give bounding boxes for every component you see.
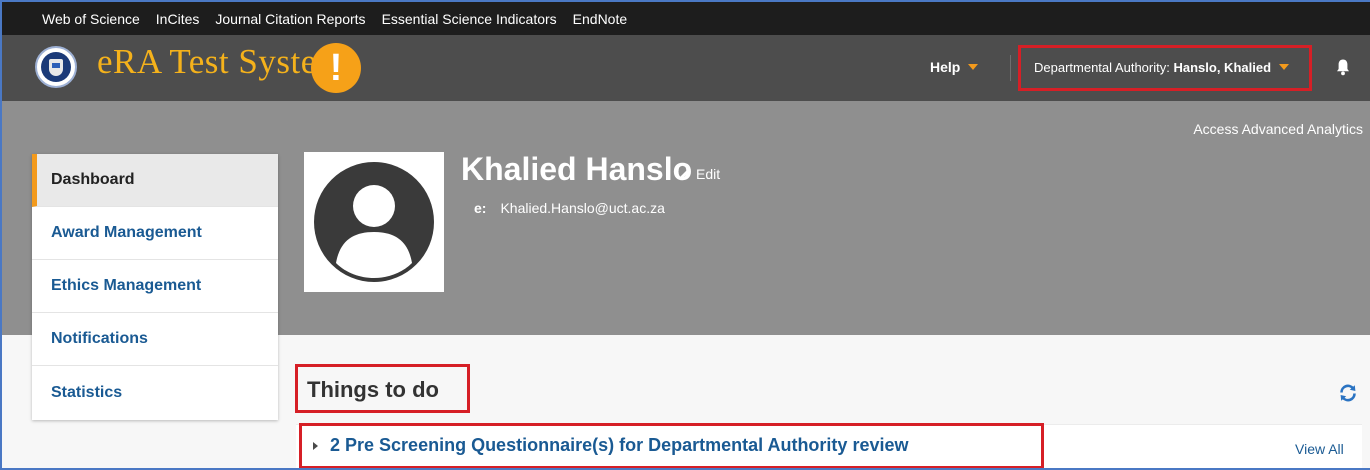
role-prefix: Departmental Authority:	[1034, 60, 1170, 75]
user-email: e: Khalied.Hanslo@uct.ac.za	[474, 200, 665, 216]
task-pre-screening-questionnaires[interactable]: 2 Pre Screening Questionnaire(s) for Dep…	[330, 435, 908, 456]
app-title[interactable]: eRA Test System	[97, 42, 344, 82]
section-title-things-to-do: Things to do	[307, 377, 439, 402]
warning-icon: !	[311, 43, 361, 93]
header-divider	[1010, 55, 1011, 81]
sidebar-item-statistics[interactable]: Statistics	[32, 366, 278, 419]
sidebar-nav: Dashboard Award Management Ethics Manage…	[32, 154, 278, 420]
user-name: Khalied Hanslo	[461, 151, 693, 187]
app-header: eRA Test System ! Help Departmental Auth…	[2, 35, 1370, 101]
product-links-bar: Web of Science InCites Journal Citation …	[2, 2, 1370, 35]
link-endnote[interactable]: EndNote	[573, 11, 627, 27]
role-user: Hanslo, Khalied	[1173, 60, 1272, 75]
sidebar-item-dashboard[interactable]: Dashboard	[32, 154, 278, 207]
bell-icon[interactable]	[1336, 58, 1350, 76]
email-label: e:	[474, 200, 487, 216]
sidebar-item-notifications[interactable]: Notifications	[32, 313, 278, 366]
email-value: Khalied.Hanslo@uct.ac.za	[500, 200, 665, 216]
sidebar-item-ethics-management[interactable]: Ethics Management	[32, 260, 278, 313]
university-shield-icon[interactable]	[35, 46, 77, 88]
edit-label: Edit	[696, 166, 721, 182]
link-essential-science-indicators[interactable]: Essential Science Indicators	[382, 11, 557, 27]
user-avatar-icon	[304, 152, 444, 292]
expand-caret-icon[interactable]	[313, 442, 318, 450]
help-label: Help	[930, 59, 961, 75]
access-advanced-analytics-link[interactable]: Access Advanced Analytics	[1193, 121, 1363, 137]
edit-profile-button[interactable]: Edit	[679, 166, 720, 182]
view-all-link[interactable]: View All	[1295, 441, 1344, 457]
help-menu[interactable]: Help	[930, 59, 979, 75]
link-incites[interactable]: InCites	[156, 11, 200, 27]
app-window: Web of Science InCites Journal Citation …	[0, 0, 1370, 470]
chevron-down-icon	[968, 64, 979, 70]
sidebar-item-award-management[interactable]: Award Management	[32, 207, 278, 260]
role-switcher[interactable]: Departmental Authority: Hanslo, Khalied	[1034, 60, 1290, 75]
refresh-icon[interactable]	[1338, 383, 1358, 403]
link-journal-citation-reports[interactable]: Journal Citation Reports	[215, 11, 365, 27]
pencil-icon	[680, 169, 690, 179]
chevron-down-icon	[1279, 64, 1290, 70]
link-web-of-science[interactable]: Web of Science	[42, 11, 140, 27]
